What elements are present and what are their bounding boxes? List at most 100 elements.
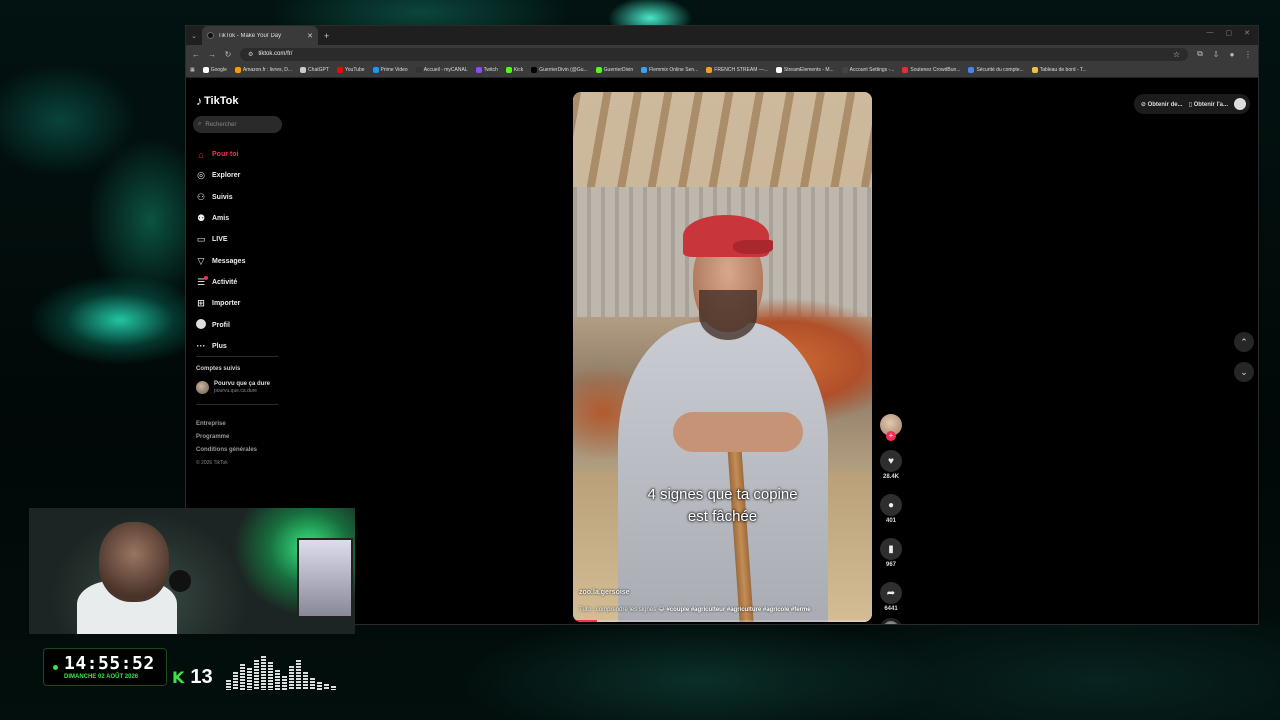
video-progress-bar[interactable] bbox=[573, 620, 872, 622]
sidebar-nav: ⌂ Pour toi ◎ Explorer ⚇ Suivis ⚉ Amis ▭ LIVE ▽ Mess… bbox=[196, 144, 282, 357]
sidebar-item-label: Profil bbox=[212, 321, 230, 329]
followed-account-item[interactable]: Pourvu que ça dure pourvu.que.ca.dure bbox=[196, 381, 270, 394]
comment-count: 401 bbox=[885, 518, 896, 524]
bookmark-item[interactable]: Tableau de bord - T... bbox=[1031, 67, 1087, 73]
browser-tab[interactable]: TikTok - Make Your Day ✕ bbox=[202, 26, 318, 45]
back-icon[interactable]: ← bbox=[192, 50, 200, 59]
tiktok-logo[interactable]: ♪ TikTok bbox=[196, 94, 238, 108]
bookmark-item[interactable]: Sécurité du compte... bbox=[968, 67, 1024, 73]
comment-button[interactable]: ● bbox=[880, 494, 902, 516]
previous-video-button[interactable]: ⌃ bbox=[1234, 332, 1254, 352]
sidebar-item-compass[interactable]: ◎ Explorer bbox=[196, 165, 282, 186]
bookmark-favicon-icon bbox=[505, 67, 512, 73]
equalizer-bar bbox=[331, 686, 336, 690]
sidebar-item-label: Messages bbox=[212, 257, 246, 265]
share-arrow-icon: ➦ bbox=[886, 587, 896, 599]
downloads-icon[interactable]: ⇩ bbox=[1212, 50, 1220, 59]
creator-avatar[interactable]: + bbox=[880, 414, 902, 441]
bookmark-favicon-icon bbox=[595, 67, 602, 73]
minimize-icon[interactable]: — bbox=[1207, 29, 1214, 37]
bookmark-item[interactable]: Kick bbox=[505, 67, 523, 73]
action-rail: + ♥ 28.4K ● 401 ▮ 967 ➦ 6441 bbox=[876, 414, 906, 624]
bookmark-item[interactable]: Twitch bbox=[475, 67, 498, 73]
bookmark-item[interactable]: GuerrierDivin bbox=[595, 67, 633, 73]
site-info-icon[interactable]: ⚙ bbox=[248, 51, 253, 58]
bookmark-star-icon[interactable]: ☆ bbox=[1173, 50, 1180, 59]
apps-grid-icon[interactable]: ▦ bbox=[190, 67, 195, 73]
followed-accounts-title: Comptes suivis bbox=[196, 366, 241, 372]
bookmark-item[interactable]: Account Settings -... bbox=[841, 67, 894, 73]
sidebar-item-upload[interactable]: ⊞ Importer bbox=[196, 293, 282, 314]
like-button[interactable]: ♥ bbox=[880, 450, 902, 472]
bookmark-item[interactable]: Accueil - myCANAL bbox=[415, 67, 468, 73]
share-count: 6441 bbox=[884, 606, 898, 612]
profile-icon bbox=[196, 319, 206, 331]
friends-icon: ⚉ bbox=[196, 213, 206, 224]
equalizer-bar bbox=[247, 668, 252, 690]
hashtags[interactable]: #couple #agriculteur #agriculture #agric… bbox=[667, 607, 811, 613]
sidebar-item-activity[interactable]: ☰ Activité bbox=[196, 272, 282, 293]
new-tab-icon[interactable]: + bbox=[324, 31, 329, 41]
footer-link-entreprise[interactable]: Entreprise bbox=[196, 418, 257, 431]
bookmark-label: Sécurité du compte... bbox=[976, 67, 1024, 73]
account-name: Pourvu que ça dure bbox=[214, 381, 271, 387]
share-button[interactable]: ➦ bbox=[880, 582, 902, 604]
tab-search-icon[interactable]: ⌄ bbox=[186, 32, 202, 40]
follow-plus-icon[interactable]: + bbox=[886, 431, 896, 441]
profile-avatar-icon[interactable]: ● bbox=[1228, 50, 1236, 59]
bookmark-item[interactable]: Prime Video bbox=[372, 67, 408, 73]
reload-icon[interactable]: ↻ bbox=[224, 50, 232, 59]
sidebar-item-more[interactable]: ··· Plus bbox=[196, 336, 282, 357]
bookmark-favicon-icon bbox=[475, 67, 482, 73]
next-video-button[interactable]: ⌄ bbox=[1234, 362, 1254, 382]
bookmark-label: Accueil - myCANAL bbox=[423, 67, 468, 73]
footer-link-programme[interactable]: Programme bbox=[196, 431, 257, 444]
address-bar[interactable]: ⚙ tiktok.com/fr/ ☆ bbox=[240, 47, 1188, 61]
save-button[interactable]: ▮ bbox=[880, 538, 902, 560]
bookmark-label: Flemmix Online Sen... bbox=[649, 67, 699, 73]
sidebar-item-label: Importer bbox=[212, 300, 241, 308]
sidebar-item-messages[interactable]: ▽ Messages bbox=[196, 250, 282, 271]
video-player[interactable]: 4 signes que ta copine est fâchée zoo.la… bbox=[573, 92, 872, 622]
forward-icon[interactable]: → bbox=[208, 50, 216, 59]
bookmark-item[interactable]: Soutenez CrowdBun... bbox=[902, 67, 960, 73]
bookmark-item[interactable]: StreamElements - M... bbox=[775, 67, 834, 73]
extensions-icon[interactable]: ⧉ bbox=[1196, 49, 1204, 59]
bookmark-item[interactable]: Amazon.fr : livres, D... bbox=[234, 67, 292, 73]
video-person bbox=[699, 290, 757, 340]
sidebar-item-label: Plus bbox=[212, 342, 227, 350]
video-author[interactable]: zoo.la.gersoise bbox=[579, 589, 630, 596]
sidebar-item-following[interactable]: ⚇ Suivis bbox=[196, 187, 282, 208]
bookmark-item[interactable]: Flemmix Online Sen... bbox=[641, 67, 698, 73]
sidebar-item-live[interactable]: ▭ LIVE bbox=[196, 229, 282, 250]
bookmark-label: Google bbox=[210, 67, 227, 73]
equalizer-bar bbox=[282, 676, 287, 690]
tab-close-icon[interactable]: ✕ bbox=[307, 32, 313, 40]
bookmark-item[interactable]: YouTube bbox=[336, 67, 365, 73]
bookmark-item[interactable]: Google bbox=[202, 67, 227, 73]
music-disc-icon[interactable] bbox=[880, 618, 902, 624]
caption-line: 4 signes que ta copine bbox=[647, 486, 798, 503]
clock-date: DIMANCHE 02 AOÛT 2026 bbox=[64, 674, 139, 680]
get-app-button[interactable]: ▯ Obtenir l'a... bbox=[1189, 101, 1228, 108]
footer-link-conditions[interactable]: Conditions générales bbox=[196, 444, 257, 457]
more-icon: ··· bbox=[196, 341, 206, 352]
profile-avatar[interactable] bbox=[1234, 98, 1246, 110]
browser-menu-icon[interactable]: ⋮ bbox=[1244, 50, 1252, 59]
tiktok-note-icon: ♪ bbox=[196, 94, 202, 108]
equalizer-bar bbox=[254, 660, 259, 690]
sidebar-item-label: Suivis bbox=[212, 193, 233, 201]
sidebar-item-profile[interactable]: Profil bbox=[196, 314, 282, 335]
bookmark-item[interactable]: GuerrierDivin (@Gu... bbox=[531, 67, 588, 73]
get-coins-button[interactable]: ⊘ Obtenir de... bbox=[1141, 101, 1183, 108]
sidebar-item-home[interactable]: ⌂ Pour toi bbox=[196, 144, 282, 165]
maximize-icon[interactable]: ▢ bbox=[1226, 29, 1233, 37]
bookmark-favicon-icon bbox=[531, 67, 538, 73]
sidebar-item-friends[interactable]: ⚉ Amis bbox=[196, 208, 282, 229]
bookmark-item[interactable]: ChatGPT bbox=[300, 67, 329, 73]
search-input[interactable]: ⌕ Rechercher bbox=[193, 116, 282, 133]
bookmark-item[interactable]: FRENCH STREAM —... bbox=[706, 67, 768, 73]
window-close-icon[interactable]: ✕ bbox=[1244, 29, 1250, 37]
equalizer-bar bbox=[324, 684, 329, 690]
caption-line: est fâchée bbox=[687, 508, 758, 525]
